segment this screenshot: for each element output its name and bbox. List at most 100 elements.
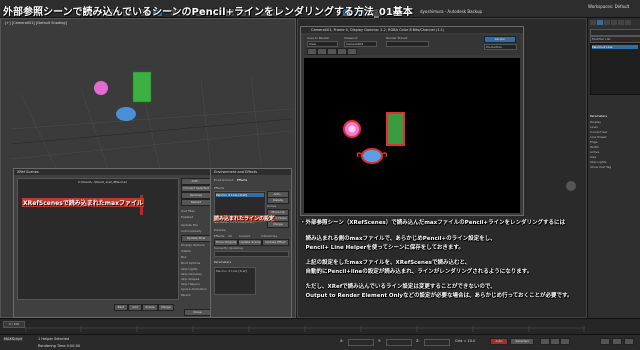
update-now-button[interactable]: Update Now [181, 235, 211, 242]
effect-active-check[interactable]: Active [267, 204, 276, 208]
update-scene-button[interactable]: Update Scene [238, 239, 262, 246]
modify-tab-icon[interactable] [597, 20, 603, 25]
teapot-silhouette [566, 181, 576, 191]
y-coord-field[interactable] [386, 339, 412, 346]
orbit-icon[interactable] [624, 338, 634, 345]
copy-image-icon[interactable] [317, 48, 327, 55]
xref-scenes-dialog[interactable]: XRef Scenes C:\Users\...\Pencil_xref_dfi… [13, 168, 213, 318]
note-line-4: 上記の設定をしたmaxファイルを、XRefScenesで読み込むと、 [300, 260, 471, 266]
xref-enabled-check[interactable]: Enabled [181, 215, 193, 219]
timeline[interactable]: 0 / 100 [0, 318, 640, 334]
merge-button[interactable]: Merge [158, 304, 174, 311]
skip-shapes-check[interactable]: Skip Shapes [181, 277, 199, 281]
preset-label: Render Preset: [386, 36, 408, 40]
create-tab-icon[interactable] [590, 20, 596, 25]
hierarchy-tab-icon[interactable] [604, 20, 610, 25]
param-width[interactable]: Width [590, 145, 599, 149]
selection-status: 1 Helper Selected [38, 337, 70, 341]
clone-window-icon[interactable] [327, 48, 337, 55]
command-panel[interactable]: Modifier List Pencil+4 Line Parameters D… [587, 18, 640, 318]
grid-size: Grid = 10.0 [455, 339, 476, 343]
scene-button[interactable]: Scene [142, 304, 158, 311]
modifier-stack-item[interactable]: Pencil+4 Line [592, 45, 638, 49]
utilities-tab-icon[interactable] [625, 20, 631, 25]
parameters-rollout[interactable]: Parameters [214, 260, 231, 264]
maxscript-listener[interactable]: MAXScript [3, 337, 23, 341]
display-tab-icon[interactable] [618, 20, 624, 25]
param-size[interactable]: Size [590, 155, 596, 159]
render-frame-window[interactable]: Camera001, Frame 0, Display Gamma: 2.2, … [300, 26, 524, 216]
clear-icon[interactable] [347, 48, 357, 55]
param-lines[interactable]: Lines [590, 125, 598, 129]
show-original-button[interactable]: Show Original [214, 239, 238, 246]
pan-icon[interactable] [612, 338, 622, 345]
modifier-stack[interactable]: Pencil+4 Line [590, 43, 640, 95]
param-skip-lights[interactable]: Skip Lights [590, 160, 606, 164]
z-coord-field[interactable] [424, 339, 450, 346]
effects-tab[interactable]: Effects [237, 178, 247, 182]
param-show-xref-tag[interactable]: Show Xref Tag [590, 165, 611, 169]
environment-tab[interactable]: Environment [214, 178, 233, 182]
xref-add-button[interactable]: Add... [181, 178, 211, 185]
skip-cameras-check[interactable]: Skip Cameras [181, 272, 202, 276]
param-current-set[interactable]: Current Set [590, 130, 607, 134]
time-slider[interactable]: 0 / 100 [3, 321, 25, 328]
save-image-icon[interactable] [307, 48, 317, 55]
param-active[interactable]: Active [590, 150, 599, 154]
auto-key-button[interactable]: Auto [490, 338, 508, 345]
play-icon[interactable] [540, 338, 550, 345]
skip-lights-check[interactable]: Skip Lights [181, 267, 197, 271]
teapot-object [116, 107, 136, 121]
param-display[interactable]: Display [590, 120, 601, 124]
render-button[interactable]: Render [484, 36, 516, 43]
rendered-teapot [361, 148, 383, 164]
bind-button[interactable]: Bind [114, 304, 128, 311]
xref-convert-button[interactable]: Convert Selected [181, 185, 211, 192]
xref-remove-button[interactable]: Remove [181, 192, 211, 199]
viewport-select-label: Viewport: [344, 36, 359, 40]
parameters-panel: Parameters Display Lines Current Set Lin… [590, 114, 639, 174]
box-check[interactable]: Box [181, 255, 187, 259]
viewport-select[interactable]: Camera001 [344, 41, 377, 47]
automatically-check[interactable]: Automatically [181, 229, 202, 233]
skip-helpers-check[interactable]: Skip Helpers [181, 282, 200, 286]
close-button[interactable]: Close [184, 309, 211, 316]
preview-current-radio[interactable]: Current [239, 234, 250, 238]
update-effect-button[interactable]: Update Effect [262, 239, 289, 246]
area-select[interactable]: View [307, 41, 338, 47]
modifier-list-select[interactable]: Modifier List [590, 36, 640, 43]
note-line-3: Pencil+ Line Helperを使ってシーンに保存をしておきます。 [300, 245, 464, 251]
effects-list-item[interactable]: Pencil+ 4 Line [Xref] [216, 193, 264, 197]
params-list[interactable]: Pencil+ 4 Line [Xref] [214, 267, 256, 295]
selected-filter[interactable]: Selected [510, 338, 534, 345]
sign-in-label[interactable]: dyoshimura · Autodesk Backup [420, 9, 482, 14]
merge-effect-button[interactable]: Merge [267, 221, 289, 228]
xref-file-path[interactable]: C:\Users\...\Pencil_xref_dfile.max [78, 180, 127, 184]
xref-file-list[interactable]: C:\Users\...\Pencil_xref_dfile.max [17, 178, 179, 300]
add-button[interactable]: Add [128, 304, 142, 311]
zoom-icon[interactable] [600, 338, 610, 345]
next-frame-icon[interactable] [550, 338, 560, 345]
ignore-animation-check[interactable]: Ignore Animation [181, 287, 207, 291]
note-line-2: 読み込まれる側のmaxファイルで、あらかじめPencil+のライン設定をし、 [300, 236, 496, 242]
xref-reload-button[interactable]: Reload [181, 199, 211, 206]
param-edge[interactable]: Edge [590, 140, 598, 144]
workspace-select[interactable]: Workspaces: Default [588, 4, 629, 9]
box-object [132, 71, 152, 103]
interactive-check[interactable]: Interactive [261, 234, 277, 238]
param-line-preset[interactable]: Line Preset [590, 135, 607, 139]
environment-effects-dialog[interactable]: Environment and Effects Environment Effe… [210, 168, 292, 318]
params-list-item[interactable]: Pencil+ 4 Line [Xref] [216, 269, 247, 273]
visible-check[interactable]: Visible [181, 249, 191, 253]
params-title[interactable]: Parameters [590, 114, 607, 118]
mode-select[interactable]: Production [484, 44, 517, 50]
preview-all-radio[interactable]: All [228, 234, 232, 238]
print-icon[interactable] [337, 48, 347, 55]
effect-delete-button[interactable]: Delete [267, 197, 289, 204]
x-coord-field[interactable] [348, 339, 374, 346]
last-frame-icon[interactable] [560, 338, 570, 345]
bind-options-section: Bind Options [181, 261, 201, 265]
motion-tab-icon[interactable] [611, 20, 617, 25]
object-name-field[interactable] [590, 29, 640, 36]
preset-select[interactable] [386, 41, 429, 47]
